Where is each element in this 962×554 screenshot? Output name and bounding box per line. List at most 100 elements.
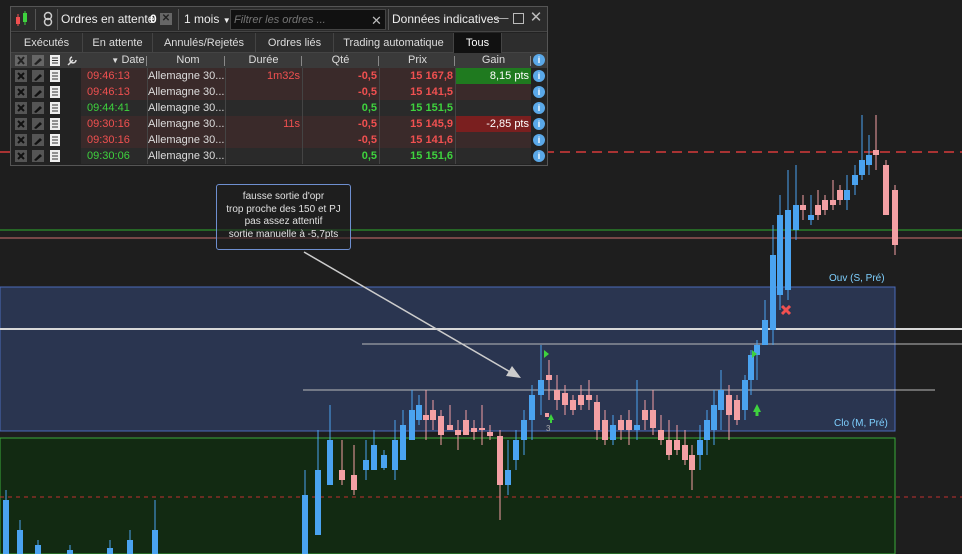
order-quantity: 0,5 bbox=[361, 150, 377, 162]
tab-en-attente[interactable]: En attente bbox=[83, 33, 153, 53]
edit-order-icon[interactable] bbox=[32, 86, 44, 98]
order-details-icon[interactable] bbox=[49, 86, 61, 98]
orders-table-body: 09:46:13 Allemagne 30... 1m32s -0,5 15 1… bbox=[11, 68, 547, 166]
minimize-icon[interactable]: — bbox=[495, 11, 509, 25]
edit-order-icon[interactable] bbox=[32, 70, 44, 82]
close-icon[interactable]: ✕ bbox=[529, 10, 543, 25]
order-gain bbox=[455, 84, 529, 100]
bearish-candle bbox=[455, 430, 461, 435]
candlestick-icon[interactable] bbox=[14, 10, 32, 28]
period-dropdown[interactable]: 1 mois ▼ bbox=[184, 9, 231, 30]
qty-column-header[interactable]: Qté bbox=[304, 53, 377, 68]
edit-order-icon[interactable] bbox=[32, 134, 44, 146]
cancel-column-icon[interactable] bbox=[15, 55, 27, 66]
bearish-candle bbox=[726, 395, 732, 415]
orders-column-header: ▼ Date Nom Durée Qté Prix Gain i bbox=[11, 53, 547, 68]
table-row[interactable]: 09:30:16 Allemagne 30... 11s -0,5 15 145… bbox=[11, 116, 547, 132]
order-duration: 11s bbox=[283, 118, 300, 130]
bullish-candle bbox=[704, 420, 710, 440]
order-details-icon[interactable] bbox=[49, 150, 61, 162]
chart-annotation[interactable]: fausse sortie d'opr trop proche des 150 … bbox=[216, 184, 351, 250]
table-row[interactable]: 09:46:13 Allemagne 30... 1m32s -0,5 15 1… bbox=[11, 68, 547, 84]
cancel-order-icon[interactable] bbox=[15, 70, 27, 82]
order-details-icon[interactable] bbox=[49, 134, 61, 146]
info-column-icon[interactable]: i bbox=[533, 54, 545, 66]
annotation-line: pas assez attentif bbox=[244, 216, 323, 227]
edit-order-icon[interactable] bbox=[32, 150, 44, 162]
order-info-icon[interactable]: i bbox=[533, 134, 545, 146]
order-instrument: Allemagne 30... bbox=[148, 150, 225, 162]
price-column-header[interactable]: Prix bbox=[381, 53, 454, 68]
order-time: 09:30:06 bbox=[87, 150, 130, 162]
cancel-order-icon[interactable] bbox=[15, 102, 27, 114]
gain-column-header[interactable]: Gain bbox=[457, 53, 530, 68]
clear-filter-icon[interactable]: ✕ bbox=[371, 10, 382, 31]
bearish-candle bbox=[602, 420, 608, 440]
order-instrument: Allemagne 30... bbox=[148, 102, 225, 114]
bearish-candle bbox=[618, 420, 624, 430]
bearish-candle bbox=[830, 200, 836, 205]
order-details-icon[interactable] bbox=[49, 118, 61, 130]
filter-input[interactable] bbox=[234, 12, 364, 27]
order-price: 15 167,8 bbox=[410, 70, 453, 82]
tab-tous[interactable]: Tous bbox=[454, 33, 502, 53]
bullish-candle bbox=[315, 470, 321, 535]
bullish-candle bbox=[844, 190, 850, 200]
duration-column-header[interactable]: Durée bbox=[227, 53, 300, 68]
modify-column-icon[interactable] bbox=[32, 55, 44, 66]
edit-order-icon[interactable] bbox=[32, 102, 44, 114]
pink-marker bbox=[545, 413, 549, 417]
bullish-candle bbox=[634, 425, 640, 430]
order-info-icon[interactable]: i bbox=[533, 102, 545, 114]
order-price: 15 145,9 bbox=[410, 118, 453, 130]
tab-annules-rejetes[interactable]: Annulés/Rejetés bbox=[153, 33, 256, 53]
details-column-icon[interactable] bbox=[49, 55, 61, 66]
order-quantity: -0,5 bbox=[358, 118, 377, 130]
cancel-order-icon[interactable] bbox=[15, 86, 27, 98]
order-time: 09:46:13 bbox=[87, 86, 130, 98]
order-duration bbox=[225, 132, 300, 148]
order-info-icon[interactable]: i bbox=[533, 86, 545, 98]
tab-executes[interactable]: Exécutés bbox=[11, 33, 83, 53]
bullish-candle bbox=[777, 215, 783, 295]
order-info-icon[interactable]: i bbox=[533, 70, 545, 82]
tab-ordres-lies[interactable]: Ordres liés bbox=[256, 33, 334, 53]
bearish-candle bbox=[800, 205, 806, 210]
table-row[interactable]: 09:44:41 Allemagne 30... 0,5 15 151,5 i bbox=[11, 100, 547, 116]
filter-field[interactable]: ✕ bbox=[230, 9, 386, 30]
cancel-order-icon[interactable] bbox=[15, 118, 27, 130]
bearish-candle bbox=[471, 428, 477, 432]
order-info-icon[interactable]: i bbox=[533, 150, 545, 162]
maximize-icon[interactable] bbox=[513, 13, 524, 24]
order-gain: 8,15 pts bbox=[489, 70, 529, 82]
name-column-header[interactable]: Nom bbox=[151, 53, 225, 68]
bullish-candle bbox=[409, 410, 415, 440]
bearish-candle bbox=[479, 428, 485, 430]
table-row[interactable]: 09:46:13 Allemagne 30... -0,5 15 141,5 i bbox=[11, 84, 547, 100]
clear-count-icon[interactable]: ✕ bbox=[160, 13, 172, 25]
order-info-icon[interactable]: i bbox=[533, 118, 545, 130]
bearish-candle bbox=[423, 415, 429, 420]
edit-order-icon[interactable] bbox=[32, 118, 44, 130]
bearish-candle bbox=[546, 375, 552, 380]
date-column-header[interactable]: ▼ Date bbox=[98, 53, 158, 68]
order-details-icon[interactable] bbox=[49, 70, 61, 82]
order-instrument: Allemagne 30... bbox=[148, 70, 225, 82]
table-row[interactable]: 09:30:16 Allemagne 30... -0,5 15 141,6 i bbox=[11, 132, 547, 148]
cancel-order-icon[interactable] bbox=[15, 150, 27, 162]
bearish-candle bbox=[586, 395, 592, 400]
bullish-candle bbox=[538, 380, 544, 395]
order-time: 09:30:16 bbox=[87, 134, 130, 146]
order-time: 09:46:13 bbox=[87, 70, 130, 82]
order-instrument: Allemagne 30... bbox=[148, 86, 225, 98]
order-instrument: Allemagne 30... bbox=[148, 134, 225, 146]
order-quantity: 0,5 bbox=[361, 102, 377, 114]
bullish-candle bbox=[513, 440, 519, 460]
table-row[interactable]: 09:30:06 Allemagne 30... 0,5 15 151,6 i bbox=[11, 148, 547, 164]
bullish-candle bbox=[866, 155, 872, 165]
tab-trading-automatique[interactable]: Trading automatique bbox=[334, 33, 454, 53]
cancel-order-icon[interactable] bbox=[15, 134, 27, 146]
link-chain-icon[interactable] bbox=[39, 10, 57, 28]
order-details-icon[interactable] bbox=[49, 102, 61, 114]
wrench-icon[interactable] bbox=[66, 55, 78, 66]
